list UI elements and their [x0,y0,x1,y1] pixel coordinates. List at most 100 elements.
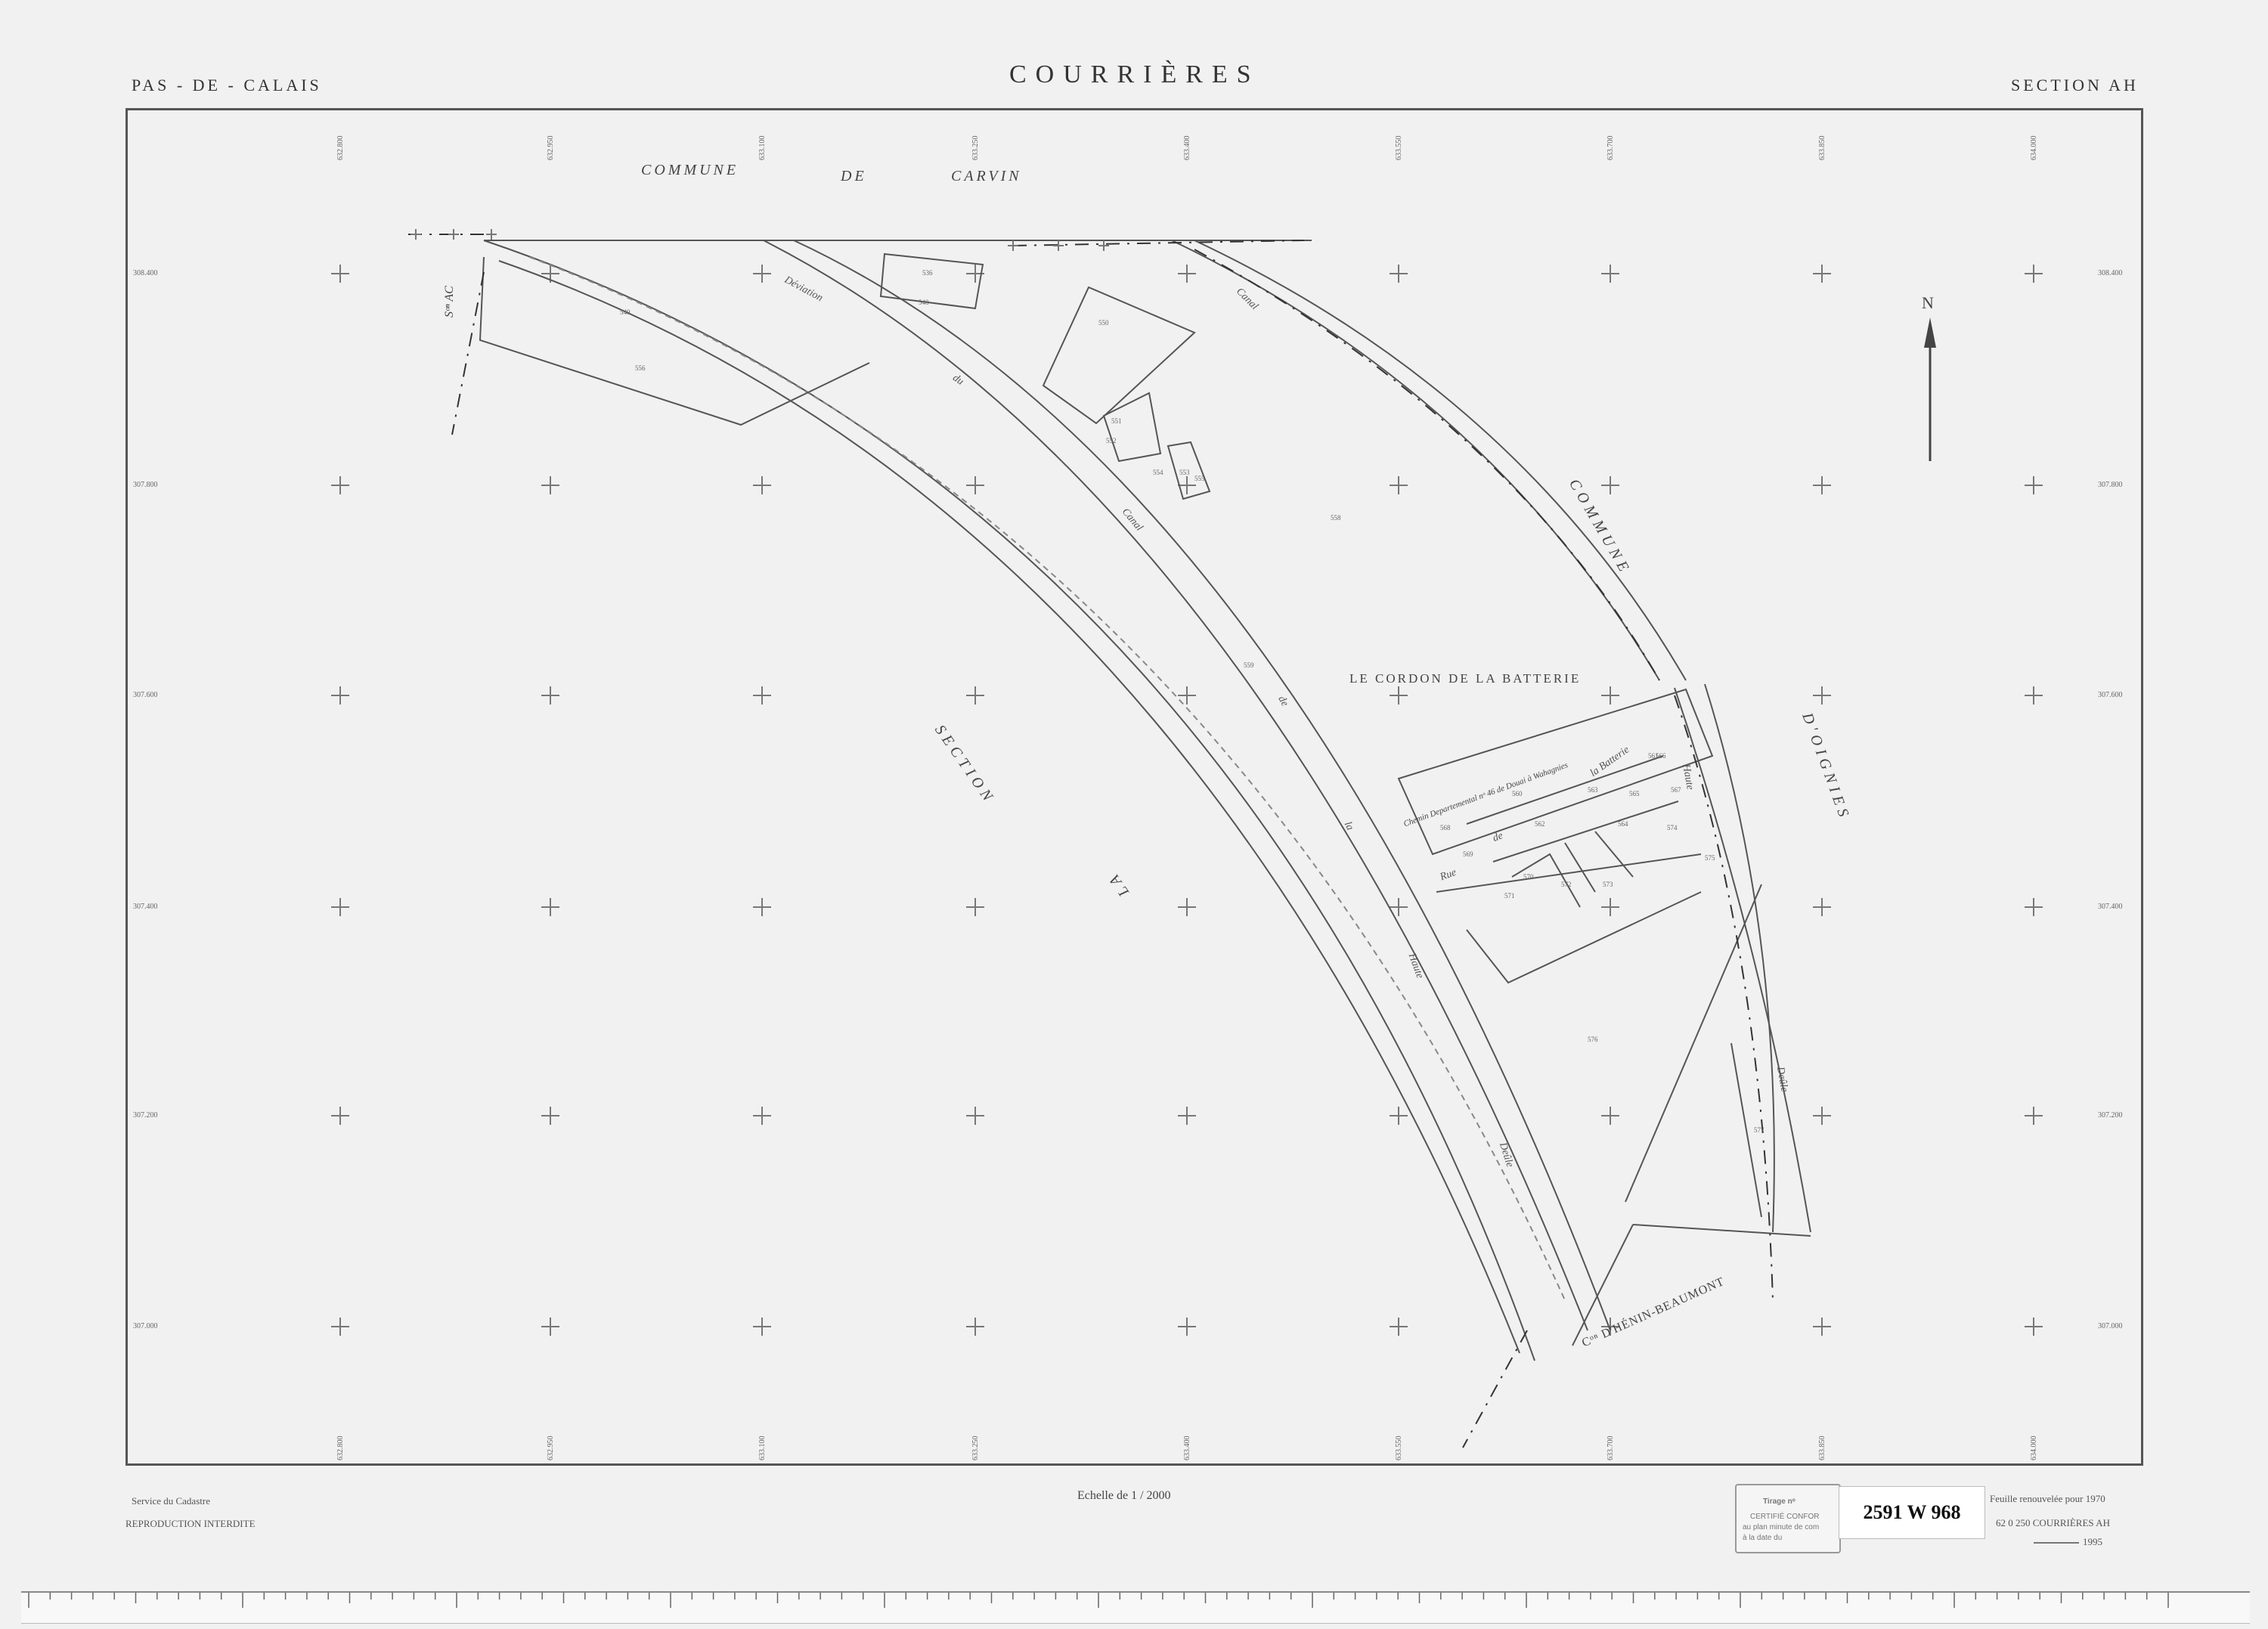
grid-cross [753,1318,771,1336]
grid-cross [541,1318,559,1336]
coordinate-label: 307.200 [2098,1111,2123,1120]
coordinate-label: 633.400 [1183,1435,1191,1461]
parcel-number: 568 [1440,824,1451,832]
coordinate-label: 633.250 [971,135,980,161]
coordinate-label: 307.400 [133,903,158,911]
grid-cross [753,476,771,494]
parcel-number: 567 [1671,786,1681,794]
reproduction-label: REPRODUCTION INTERDITE [125,1518,256,1529]
grid-cross [1813,898,1831,916]
parcel-number: 566 [1656,752,1666,760]
coordinate-label: 633.250 [971,1435,980,1461]
canal-banks [483,240,1687,1361]
grid-cross [541,898,559,916]
grid-cross [1390,686,1408,705]
grid-cross [1178,1318,1196,1336]
coordinate-label: 633.100 [758,135,767,161]
parcel-number: 577 [1754,1126,1765,1134]
tirage-label: Tirage nᵒ [1763,1497,1796,1506]
grid-cross [1813,265,1831,283]
grid-cross [1178,265,1196,283]
grid-cross [1601,686,1619,705]
coordinate-label: 307.800 [2098,481,2123,489]
grid-cross [2025,476,2043,494]
year-label: 1995 [2083,1536,2102,1547]
grid-cross [1601,476,1619,494]
grid-cross [1601,1107,1619,1125]
grid-cross [1178,1107,1196,1125]
coordinate-label: 633.700 [1606,135,1615,161]
north-arrow [1924,317,1936,461]
grid-cross [541,1107,559,1125]
parcel-number: 552 [1106,437,1117,444]
coordinate-label: 632.950 [547,1435,555,1461]
cordon-label: LE CORDON DE LA BATTERIE [1349,671,1582,686]
grid-cross [331,1318,349,1336]
coordinate-label: 632.800 [336,1435,345,1461]
commune-carvin-label-2: DE [841,168,867,184]
parcel-number: 553 [1179,469,1190,476]
sheet-code-label: 62 0 250 COURRIÈRES AH [1996,1517,2110,1528]
scale-label: Echelle de 1 / 2000 [1077,1489,1171,1502]
grid-cross [2025,898,2043,916]
coordinate-label: 307.000 [133,1322,158,1330]
coordinate-label: 633.400 [1183,135,1191,161]
commune-carvin-label-1: COMMUNE [641,162,739,178]
parcel-number: 558 [1331,514,1341,522]
parcel-number: 569 [1463,850,1473,858]
coordinate-label: 633.550 [1395,1435,1403,1461]
parcel-number: 570 [1523,873,1534,881]
grid-cross [2025,686,2043,705]
grid-cross [1813,1107,1831,1125]
grid-cross [331,265,349,283]
parcel-number: 559 [1244,661,1254,669]
canal-bank-right [763,240,1588,1331]
parcel-number: 550 [1098,319,1109,327]
north-label: N [1922,293,1934,312]
grid-cross [1813,686,1831,705]
parcel-lines [479,240,1811,1346]
parcel-number: 563 [1588,786,1598,794]
service-label: Service du Cadastre [132,1495,210,1507]
parcel-number: 565 [1629,790,1640,797]
grid-cross [541,686,559,705]
grid-cross [331,898,349,916]
parcel-number: 564 [1618,820,1628,828]
commune-boundaries [408,234,1774,1448]
grid-cross [753,686,771,705]
coordinate-label: 307.800 [133,481,158,489]
grid-cross [2025,265,2043,283]
grid-cross [331,476,349,494]
parcel-number: 575 [1705,854,1715,862]
coordinate-label: 634.000 [2030,135,2038,161]
parcel-number: 549 [620,308,631,316]
minute-label: au plan minute de com [1743,1523,1820,1531]
canal-bank-right-outer [793,240,1611,1331]
cadastral-sheet: PAS - DE - CALAIS COURRIÈRES SECTION AH [0,0,2268,1629]
grid-cross [1390,1318,1408,1336]
coordinate-label: 307.600 [133,691,158,699]
parcel-number: 576 [1588,1036,1598,1043]
grid-cross [1178,898,1196,916]
coordinate-label: 633.550 [1395,135,1403,161]
coordinate-label: 307.000 [2098,1322,2123,1330]
certifie-label: CERTIFIÉ CONFOR [1750,1513,1820,1521]
parcel-number: 562 [1535,820,1545,828]
grid-cross [1390,265,1408,283]
grid-cross [1601,898,1619,916]
canal-deule-right-bank-2 [1194,240,1687,681]
date-label: à la date du [1743,1534,1783,1542]
year-underline [2034,1542,2079,1544]
renewal-label: Feuille renouvelée pour 1970 [1990,1493,2105,1504]
canal-axis [528,256,1566,1301]
section-ac-label: Sᵒⁿ AC [443,286,456,317]
grid-cross [966,1318,984,1336]
parcel-number: 555 [1194,475,1205,482]
parcel-number: 551 [1111,417,1122,425]
parcel-number: 548 [919,299,929,306]
grid-cross [966,686,984,705]
coordinate-label: 632.800 [336,135,345,161]
measurement-ruler [21,1591,2250,1624]
coordinate-label: 307.600 [2098,691,2123,699]
certification-box: Tirage nᵒ CERTIFIÉ CONFOR au plan minute… [1735,1484,1841,1553]
